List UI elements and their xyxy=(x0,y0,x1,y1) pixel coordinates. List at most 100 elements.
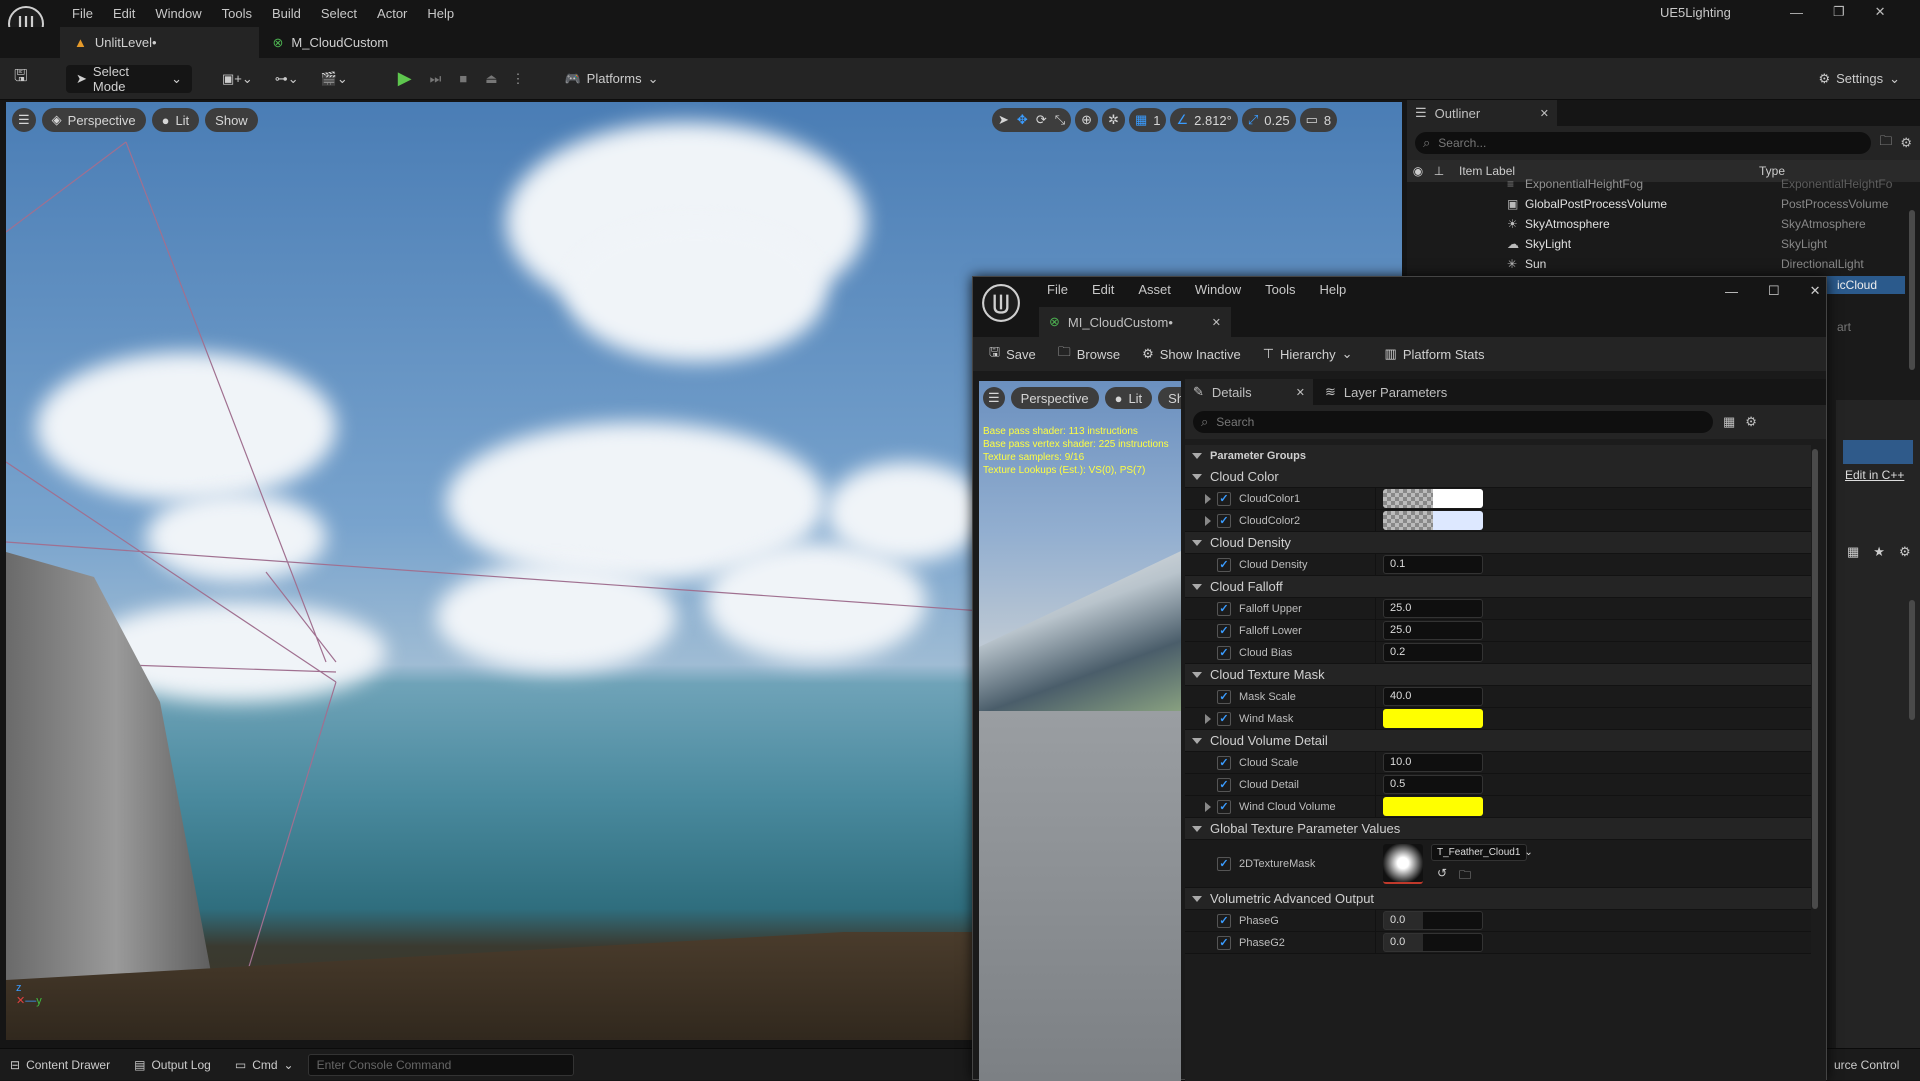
play-icon[interactable]: ▶ xyxy=(398,68,412,89)
save-icon[interactable]: 🖫 xyxy=(14,65,38,92)
details-tab[interactable]: ✎ Details ✕ xyxy=(1185,379,1313,405)
tab-m-cloudcustom[interactable]: ⊗ M_CloudCustom xyxy=(259,27,403,58)
select-mode-dropdown[interactable]: ➤ Select Mode ⌄ xyxy=(66,64,192,94)
close-icon[interactable]: ✕ xyxy=(1212,316,1221,329)
actor-label: SkyAtmosphere xyxy=(1525,217,1610,231)
lit-button[interactable]: ● Lit xyxy=(151,108,200,132)
table-icon[interactable]: ▦ xyxy=(1723,414,1735,430)
settings-button[interactable]: ⚙ Settings ⌄ xyxy=(1818,71,1900,87)
viewport-toolbar-right: ➤ ✥ ⟳ ⤡ ⊕ ✲ ▦ 1 ∠ 2.812° ⤢ 0.25 ▭ 8 xyxy=(992,108,1338,132)
close-icon[interactable]: ✕ xyxy=(1875,4,1886,20)
table-icon[interactable]: ▦ xyxy=(1847,544,1859,560)
show-button[interactable]: Show xyxy=(205,108,258,132)
minimize-icon[interactable]: — xyxy=(1790,5,1803,20)
menu-item[interactable]: File xyxy=(62,2,103,26)
viewport-menu-button[interactable]: ☰ xyxy=(12,108,36,132)
select-tool-icon[interactable]: ➤ xyxy=(998,112,1009,128)
scale-snap[interactable]: ⤢ 0.25 xyxy=(1241,108,1296,132)
main-menu-bar: File Edit Window Tools Build Select Actor Help … xyxy=(0,0,1920,42)
project-name: UE5Lighting xyxy=(1660,5,1731,20)
close-icon[interactable]: ✕ xyxy=(1540,107,1549,120)
maximize-icon[interactable]: ❐ xyxy=(1833,4,1845,20)
me-hierarchy-dropdown[interactable]: ⊤ Hierarchy ⌄ xyxy=(1263,346,1353,362)
outliner-row[interactable]: ✳ Sun DirectionalLight xyxy=(1407,254,1920,274)
preview-lit-button[interactable]: ● Lit xyxy=(1104,387,1153,409)
gear-icon[interactable]: ⚙ xyxy=(1900,135,1912,151)
me-menu-item[interactable]: Help xyxy=(1307,282,1358,297)
outliner-row[interactable]: ▣ GlobalPostProcessVolume PostProcessVolum… xyxy=(1407,194,1920,214)
step-icon[interactable]: ⏭ xyxy=(430,71,442,87)
details-search-input[interactable]: ⌕ Search xyxy=(1193,411,1713,433)
blueprint-icon[interactable]: ⊶⌄ xyxy=(275,71,299,87)
menu-item[interactable]: Edit xyxy=(103,2,145,26)
me-browse-button[interactable]: 🗀 Browse xyxy=(1058,343,1120,365)
hierarchy-label: Hierarchy xyxy=(1280,346,1336,362)
cinematics-icon[interactable]: 🎬⌄ xyxy=(321,71,348,87)
me-menu-item[interactable]: Tools xyxy=(1253,282,1307,297)
content-drawer-button[interactable]: ⊟ Content Drawer xyxy=(10,1058,110,1072)
grid-snap[interactable]: ▦ 1 xyxy=(1128,108,1167,132)
details-search-row: ⌕ Search ▦ ⚙ xyxy=(1185,405,1826,439)
menu-item[interactable]: Actor xyxy=(367,2,417,26)
me-menu-item[interactable]: Window xyxy=(1183,282,1253,297)
angle-snap[interactable]: ∠ 2.812° xyxy=(1170,108,1238,132)
stop-icon[interactable]: ■ xyxy=(459,71,467,86)
more-options-icon[interactable]: ⋮ xyxy=(511,71,524,87)
menu-item[interactable]: Help xyxy=(417,2,464,26)
actor-label: GlobalPostProcessVolume xyxy=(1525,197,1668,211)
preview-show-button[interactable]: Show xyxy=(1158,387,1181,409)
menu-item[interactable]: Build xyxy=(262,2,311,26)
close-icon[interactable]: ✕ xyxy=(1810,283,1821,299)
add-actor-icon[interactable]: ▣+⌄ xyxy=(222,71,253,87)
outliner-row[interactable]: ≡ ExponentialHeightFog ExponentialHeightFo xyxy=(1407,174,1920,194)
star-icon[interactable]: ★ xyxy=(1873,544,1885,560)
unreal-logo-icon[interactable] xyxy=(981,283,1021,323)
scale-tool-icon[interactable]: ⤡ xyxy=(1055,112,1065,128)
me-platform-stats-button[interactable]: ▥ Platform Stats xyxy=(1385,346,1485,362)
outliner-search-input[interactable]: ⌕ Search... xyxy=(1415,132,1872,154)
details-scrollbar[interactable] xyxy=(1812,449,1818,909)
me-menu-item[interactable]: File xyxy=(1035,282,1080,297)
gear-icon[interactable]: ⚙ xyxy=(1899,544,1911,560)
tab-unlit-level[interactable]: ▲ UnlitLevel• xyxy=(60,27,259,58)
layer-parameters-tab[interactable]: ≋ Layer Parameters xyxy=(1313,384,1459,400)
menu-item[interactable]: Select xyxy=(311,2,367,26)
output-log-button[interactable]: ▤ Output Log xyxy=(134,1058,211,1072)
minimize-icon[interactable]: — xyxy=(1725,284,1738,299)
move-tool-icon[interactable]: ✥ xyxy=(1017,112,1028,128)
platform-stats-label: Platform Stats xyxy=(1402,346,1485,362)
outliner-row[interactable]: ☀ SkyAtmosphere SkyAtmosphere xyxy=(1407,214,1920,234)
outliner-row[interactable]: ☁ SkyLight SkyLight xyxy=(1407,234,1920,254)
me-menu-item[interactable]: Edit xyxy=(1080,282,1126,297)
me-preview-viewport[interactable]: ☰ Perspective ● Lit Show Base pass shader… xyxy=(979,381,1181,1081)
edit-in-cpp-link[interactable]: Edit in C++ xyxy=(1845,468,1904,482)
maximize-icon[interactable]: ☐ xyxy=(1768,283,1780,299)
menu-item[interactable]: Window xyxy=(145,2,211,26)
eject-icon[interactable]: ⏏ xyxy=(485,71,497,87)
preview-menu-button[interactable]: ☰ xyxy=(983,387,1005,409)
preview-perspective-button[interactable]: Perspective xyxy=(1010,387,1099,409)
gear-icon[interactable]: ⚙ xyxy=(1745,414,1757,430)
camera-speed[interactable]: ▭ 8 xyxy=(1299,108,1338,132)
world-local-toggle[interactable]: ⊕ xyxy=(1075,108,1099,132)
cmd-dropdown[interactable]: ▭ Cmd ⌄ xyxy=(235,1058,294,1072)
surface-snap-toggle[interactable]: ✲ xyxy=(1102,108,1125,132)
rotate-tool-icon[interactable]: ⟳ xyxy=(1036,112,1047,128)
settings-label: Settings xyxy=(1836,71,1884,86)
console-input[interactable]: Enter Console Command xyxy=(307,1053,574,1076)
me-tab[interactable]: ⊗ MI_CloudCustom• ✕ xyxy=(1039,307,1231,337)
source-control-button[interactable]: urce Control xyxy=(1834,1058,1899,1072)
me-menu-item[interactable]: Asset xyxy=(1126,282,1183,297)
outliner-tab[interactable]: ☰ Outliner ✕ xyxy=(1407,100,1557,126)
platforms-button[interactable]: 🎮 Platforms ⌄ xyxy=(564,71,658,87)
hamburger-icon: ☰ xyxy=(18,112,30,127)
add-folder-icon[interactable]: 🗀 xyxy=(1879,132,1892,154)
me-show-inactive-button[interactable]: ⚙ Show Inactive xyxy=(1142,346,1241,362)
show-label: Show xyxy=(1168,390,1181,406)
perspective-button[interactable]: ◈ Perspective xyxy=(41,108,146,132)
scrollbar[interactable] xyxy=(1909,210,1915,370)
menu-item[interactable]: Tools xyxy=(212,2,262,26)
scrollbar[interactable] xyxy=(1909,600,1915,720)
close-icon[interactable]: ✕ xyxy=(1296,386,1305,399)
me-save-button[interactable]: 🖫 Save xyxy=(989,343,1036,365)
